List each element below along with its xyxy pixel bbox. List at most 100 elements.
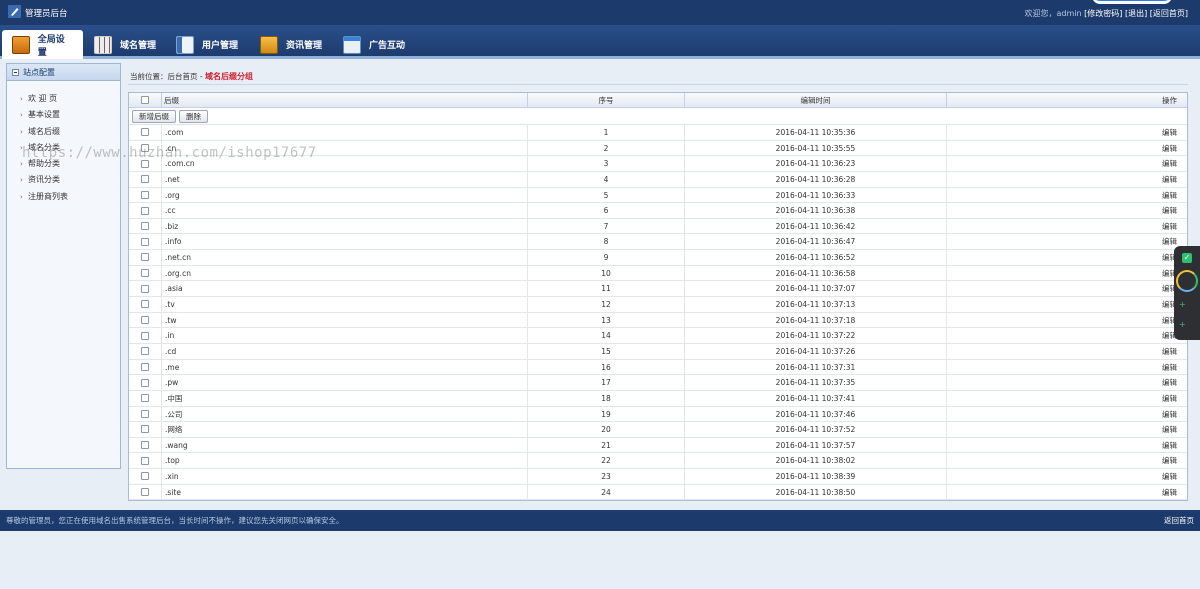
cell-time: 2016-04-11 10:37:18 — [685, 312, 947, 328]
tab-ad-interaction[interactable]: 广告互动 — [343, 30, 405, 59]
sidebar-item-registrar-list[interactable]: › 注册商列表 — [7, 189, 120, 205]
collapse-icon[interactable] — [12, 68, 19, 76]
row-checkbox[interactable] — [141, 159, 149, 168]
cell-time: 2016-04-11 10:37:22 — [685, 328, 947, 343]
sidebar-title: 站点配置 — [23, 67, 55, 77]
row-checkbox[interactable] — [141, 347, 149, 356]
row-checkbox[interactable] — [141, 425, 149, 434]
sidebar-item-help-category[interactable]: › 帮助分类 — [7, 156, 120, 172]
row-checkbox[interactable] — [141, 190, 149, 199]
sidebar-item-domain-suffix[interactable]: › 域名后缀 — [7, 124, 120, 140]
row-checkbox[interactable] — [141, 488, 149, 497]
tab-global-settings[interactable]: 全局设置 — [2, 30, 83, 59]
column-header-suffix[interactable]: 后缀 — [162, 93, 528, 107]
ring-icon[interactable] — [1176, 270, 1198, 292]
row-checkbox[interactable] — [141, 456, 149, 465]
row-checkbox[interactable] — [141, 441, 149, 450]
edit-link[interactable]: 编辑 — [1162, 128, 1177, 137]
sidebar-header[interactable]: 站点配置 — [7, 64, 120, 81]
cell-op: 编辑 — [947, 156, 1187, 171]
cell-op: 编辑 — [947, 375, 1187, 390]
return-home-link[interactable]: [返回首页] — [1150, 9, 1188, 18]
cell-seq: 18 — [528, 390, 685, 406]
add-suffix-button[interactable]: 新增后缀 — [132, 109, 176, 123]
edit-link[interactable]: 编辑 — [1162, 222, 1177, 231]
row-checkbox[interactable] — [141, 409, 149, 418]
edit-link[interactable]: 编辑 — [1162, 441, 1177, 450]
edit-link[interactable]: 编辑 — [1162, 378, 1177, 387]
row-checkbox[interactable] — [141, 175, 149, 184]
sidebar-item-welcome[interactable]: › 欢 迎 页 — [7, 91, 120, 107]
tab-user-management[interactable]: 用户管理 — [176, 30, 238, 59]
tab-domain-management[interactable]: 域名管理 — [94, 30, 156, 59]
cell-op: 编辑 — [947, 313, 1187, 328]
edit-link[interactable]: 编辑 — [1162, 488, 1177, 497]
sidebar-item-basic-settings[interactable]: › 基本设置 — [7, 107, 120, 123]
plus-icon[interactable]: + — [1179, 300, 1186, 309]
cell-op: 编辑 — [947, 328, 1187, 343]
divider — [128, 84, 1188, 85]
sidebar-item-label: 注册商列表 — [28, 191, 68, 201]
row-checkbox[interactable] — [141, 206, 149, 215]
row-checkbox[interactable] — [141, 472, 149, 481]
row-check-cell — [129, 218, 162, 234]
row-check-cell — [129, 312, 162, 328]
edit-link[interactable]: 编辑 — [1162, 394, 1177, 403]
footer-return-home-link[interactable]: 返回首页 — [1164, 510, 1194, 531]
cell-suffix: .tw — [162, 312, 528, 328]
sidebar-item-news-category[interactable]: › 资讯分类 — [7, 172, 120, 188]
cell-suffix: .tv — [162, 297, 528, 312]
edit-link[interactable]: 编辑 — [1162, 425, 1177, 434]
edit-link[interactable]: 编辑 — [1162, 159, 1177, 168]
breadcrumb: 当前位置：后台首页 - 域名后缀分组 — [130, 71, 253, 82]
row-checkbox[interactable] — [141, 253, 149, 262]
row-checkbox[interactable] — [141, 128, 149, 137]
footer: 尊敬的管理员，您正在使用域名出售系统管理后台，当长时间不操作，建议您先关闭网页以… — [0, 510, 1200, 531]
edit-link[interactable]: 编辑 — [1162, 472, 1177, 481]
plus-icon[interactable]: + — [1179, 320, 1186, 329]
chevron-right-icon: › — [20, 176, 23, 185]
edit-link[interactable]: 编辑 — [1162, 206, 1177, 215]
edit-link[interactable]: 编辑 — [1162, 144, 1177, 153]
row-check-cell — [129, 203, 162, 218]
column-header-seq[interactable]: 序号 — [528, 93, 685, 107]
edit-link[interactable]: 编辑 — [1162, 363, 1177, 372]
edit-link[interactable]: 编辑 — [1162, 237, 1177, 246]
row-checkbox[interactable] — [141, 143, 149, 152]
cell-op: 编辑 — [947, 188, 1187, 203]
cell-seq: 23 — [528, 469, 685, 484]
pen-logo-icon — [8, 5, 21, 18]
row-checkbox[interactable] — [141, 222, 149, 231]
row-checkbox[interactable] — [141, 394, 149, 403]
check-icon[interactable]: ✓ — [1182, 253, 1192, 263]
row-checkbox[interactable] — [141, 284, 149, 293]
logout-link[interactable]: [退出] — [1125, 9, 1147, 18]
delete-button[interactable]: 删除 — [179, 109, 208, 123]
table-header: 后缀 序号 编辑时间 操作 — [129, 93, 1187, 108]
sidebar-item-domain-category[interactable]: › 域名分类 — [7, 140, 120, 156]
edit-link[interactable]: 编辑 — [1162, 175, 1177, 184]
edit-link[interactable]: 编辑 — [1162, 347, 1177, 356]
cell-op: 编辑 — [947, 203, 1187, 218]
row-checkbox[interactable] — [141, 300, 149, 309]
row-checkbox[interactable] — [141, 316, 149, 324]
edit-link[interactable]: 编辑 — [1162, 410, 1177, 419]
row-checkbox[interactable] — [141, 331, 149, 340]
row-checkbox[interactable] — [141, 362, 149, 371]
floating-widget[interactable]: ✓ + + — [1174, 246, 1200, 340]
select-all-checkbox[interactable] — [141, 96, 149, 104]
cell-suffix: .公司 — [162, 406, 528, 422]
cell-time: 2016-04-11 10:38:50 — [685, 484, 947, 500]
cell-suffix: .org — [162, 187, 528, 203]
cell-time: 2016-04-11 10:36:38 — [685, 203, 947, 218]
row-checkbox[interactable] — [141, 378, 149, 387]
edit-link[interactable]: 编辑 — [1162, 456, 1177, 465]
tab-news-management[interactable]: 资讯管理 — [260, 30, 322, 59]
row-checkbox[interactable] — [141, 269, 149, 278]
column-header-time[interactable]: 编辑时间 — [685, 93, 947, 107]
row-checkbox[interactable] — [141, 237, 149, 246]
domain-grid-icon — [94, 35, 112, 54]
edit-link[interactable]: 编辑 — [1162, 191, 1177, 200]
change-password-link[interactable]: [修改密码] — [1084, 9, 1122, 18]
row-check-cell — [129, 453, 162, 469]
